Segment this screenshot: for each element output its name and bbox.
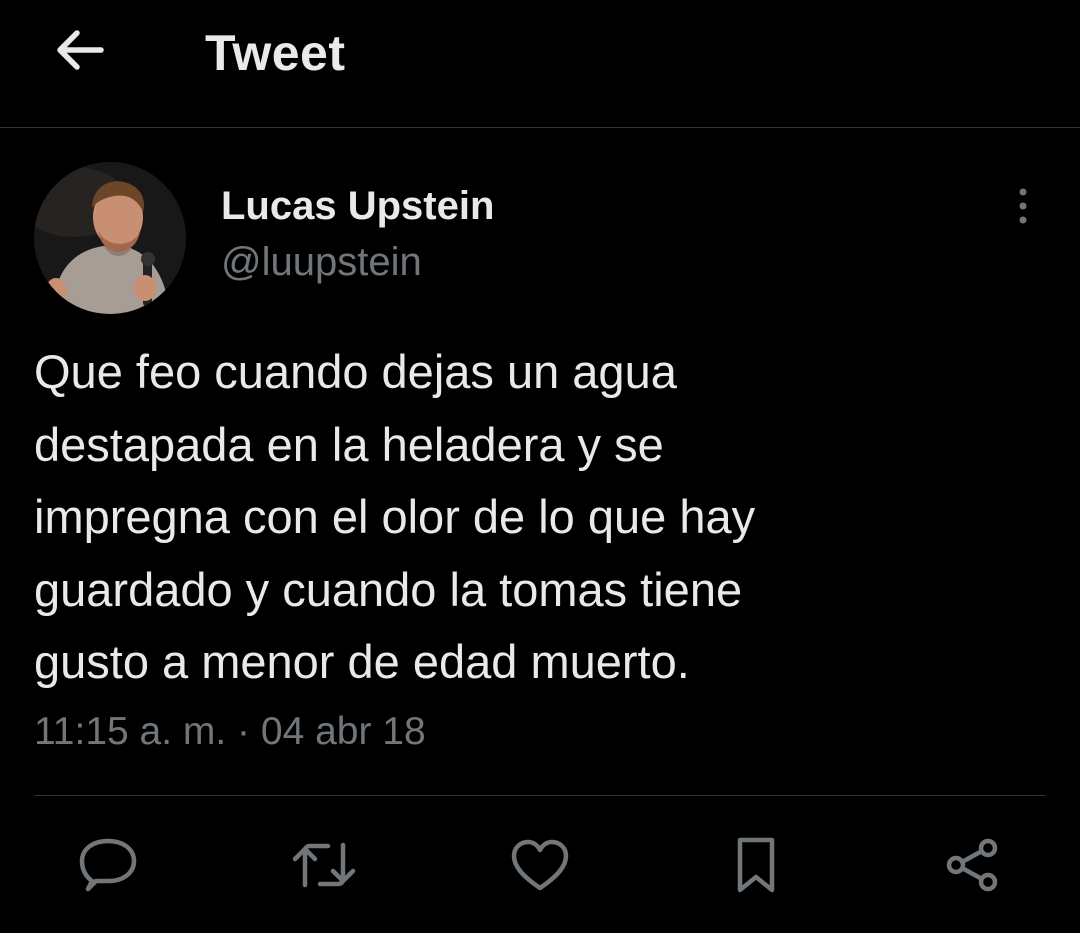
heart-icon (510, 838, 570, 892)
more-options-button[interactable] (1006, 186, 1040, 230)
top-bar: Tweet (0, 0, 1080, 128)
reply-icon (78, 837, 138, 893)
like-button[interactable] (508, 833, 572, 897)
page-title: Tweet (205, 25, 346, 81)
reply-button[interactable] (76, 833, 140, 897)
bookmark-button[interactable] (724, 833, 788, 897)
author-name[interactable]: Lucas Upstein (221, 184, 494, 229)
more-vertical-icon (1017, 186, 1029, 231)
tweet-timestamp[interactable]: 11:15 a. m. · 04 abr 18 (34, 710, 426, 754)
share-icon (943, 836, 1001, 894)
back-button[interactable] (50, 26, 108, 78)
arrow-left-icon (53, 28, 105, 77)
retweet-button[interactable] (292, 833, 356, 897)
share-button[interactable] (940, 833, 1004, 897)
retweet-icon (292, 839, 356, 891)
tweet-text: Que feo cuando dejas un agua destapada e… (34, 345, 756, 688)
bookmark-icon (734, 836, 778, 894)
divider (34, 795, 1046, 796)
author-handle[interactable]: @luupstein (221, 240, 422, 285)
avatar[interactable] (34, 162, 186, 314)
